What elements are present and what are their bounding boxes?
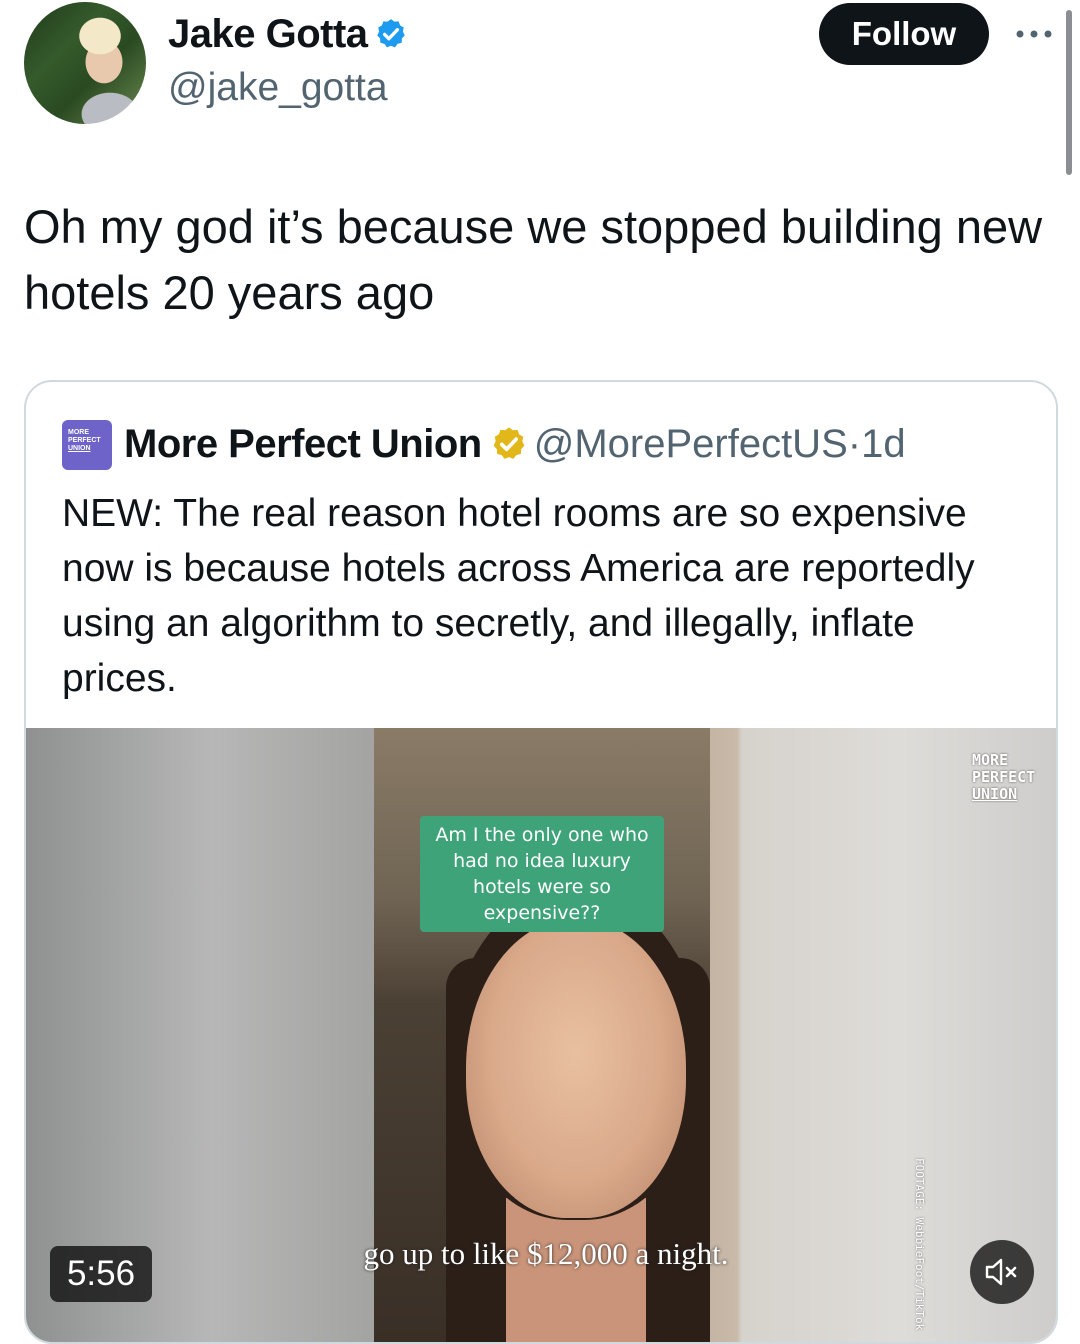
mute-button[interactable] (970, 1240, 1034, 1304)
watermark-word: PERFECT (972, 768, 1036, 786)
video-player[interactable]: Am I the only one who had no idea luxury… (26, 728, 1056, 1342)
logo-word: PERFECT (68, 437, 101, 444)
separator-dot: · (847, 422, 862, 466)
author-avatar[interactable] (24, 2, 146, 124)
quoted-tweet-card[interactable]: MORE PERFECT UNION More Perfect Union @M… (24, 380, 1058, 1344)
tweet-text: Oh my god it’s because we stopped buildi… (24, 200, 1043, 319)
author-handle[interactable]: @jake_gotta (168, 66, 388, 110)
gold-verified-badge-icon (493, 427, 525, 459)
watermark-word: UNION (972, 785, 1018, 803)
scrollbar[interactable] (1066, 10, 1072, 175)
watermark-word: MORE (972, 751, 1009, 769)
quoted-author-handle[interactable]: @MorePerfectUS (534, 422, 848, 466)
author-name[interactable]: Jake Gotta (168, 12, 368, 56)
video-caption-overlay: Am I the only one who had no idea luxury… (420, 816, 664, 932)
quoted-tweet-text: NEW: The real reason hotel rooms are so … (62, 492, 975, 700)
verified-badge-icon (376, 19, 405, 48)
video-duration-badge: 5:56 (50, 1246, 152, 1302)
quoted-author-avatar[interactable]: MORE PERFECT UNION (62, 420, 112, 470)
author-name-row[interactable]: Jake Gotta (168, 12, 408, 57)
quoted-author-name[interactable]: More Perfect Union (124, 422, 482, 466)
logo-word: UNION (68, 445, 91, 452)
follow-button[interactable]: Follow (819, 3, 989, 65)
footage-credit: FOOTAGE: WebbieFoot/TikTok (913, 1158, 926, 1331)
more-dots-icon[interactable] (1014, 26, 1054, 42)
video-watermark-logo: MORE PERFECT UNION (972, 752, 1035, 803)
muted-speaker-icon (985, 1258, 1017, 1286)
video-person-face (466, 918, 686, 1218)
logo-word: MORE (68, 429, 89, 436)
video-subtitle: go up to like $12,000 a night. (363, 1236, 729, 1271)
quoted-tweet-time[interactable]: 1d (861, 422, 906, 466)
quoted-tweet-header: More Perfect Union @MorePerfectUS·1d (124, 422, 906, 467)
